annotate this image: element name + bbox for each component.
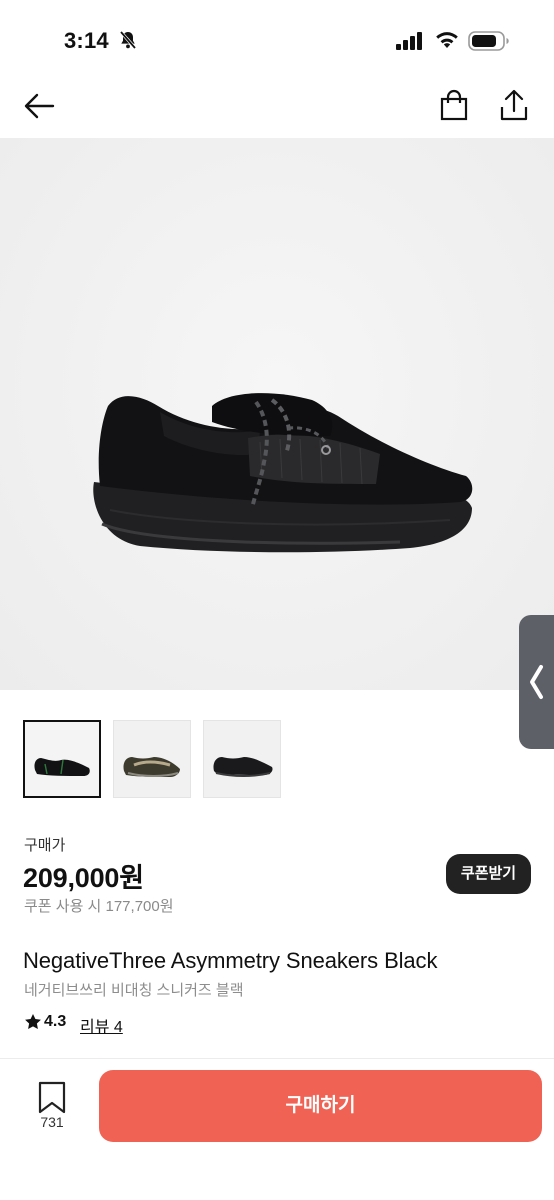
back-button[interactable] [20,86,60,126]
status-time: 3:14 [64,28,109,53]
thumbnail-3[interactable] [203,720,281,798]
side-panel-handle[interactable] [519,615,554,749]
star-icon [25,1014,41,1029]
coupon-price-text: 쿠폰 사용 시 177,700원 [24,898,174,915]
chevron-left-icon [530,665,543,699]
divider [0,1058,554,1059]
price-value: 209,000원 [23,863,144,893]
buy-button[interactable]: 구매하기 [99,1070,542,1142]
product-name: NegativeThree Asymmetry Sneakers Black [23,948,438,973]
share-upload-icon [500,89,528,121]
shopping-bag-button[interactable] [434,86,474,126]
thumbnail-2[interactable] [113,720,191,798]
bell-slash-icon [119,30,137,50]
shopping-bag-icon [440,89,468,121]
thumbnail-image [34,758,90,776]
wifi-icon [436,32,458,48]
rating-value: 4.3 [44,1013,67,1030]
thumbnail-image [213,757,273,777]
cellular-signal-icon [396,32,422,50]
battery-icon [468,31,509,51]
arrow-left-icon [24,93,55,119]
product-name-korean: 네거티브쓰리 비대칭 스니커즈 블랙 [24,982,244,999]
thumbnail-image [123,757,180,777]
bookmark-icon [38,1081,66,1114]
bookmark-count: 731 [40,1114,64,1130]
sneaker-image [93,393,473,553]
get-coupon-button[interactable]: 쿠폰받기 [446,854,531,894]
thumbnail-1[interactable] [23,720,101,798]
review-link[interactable]: 리뷰 4 [80,1013,123,1037]
share-button[interactable] [494,86,534,126]
price-label: 구매가 [24,837,66,854]
